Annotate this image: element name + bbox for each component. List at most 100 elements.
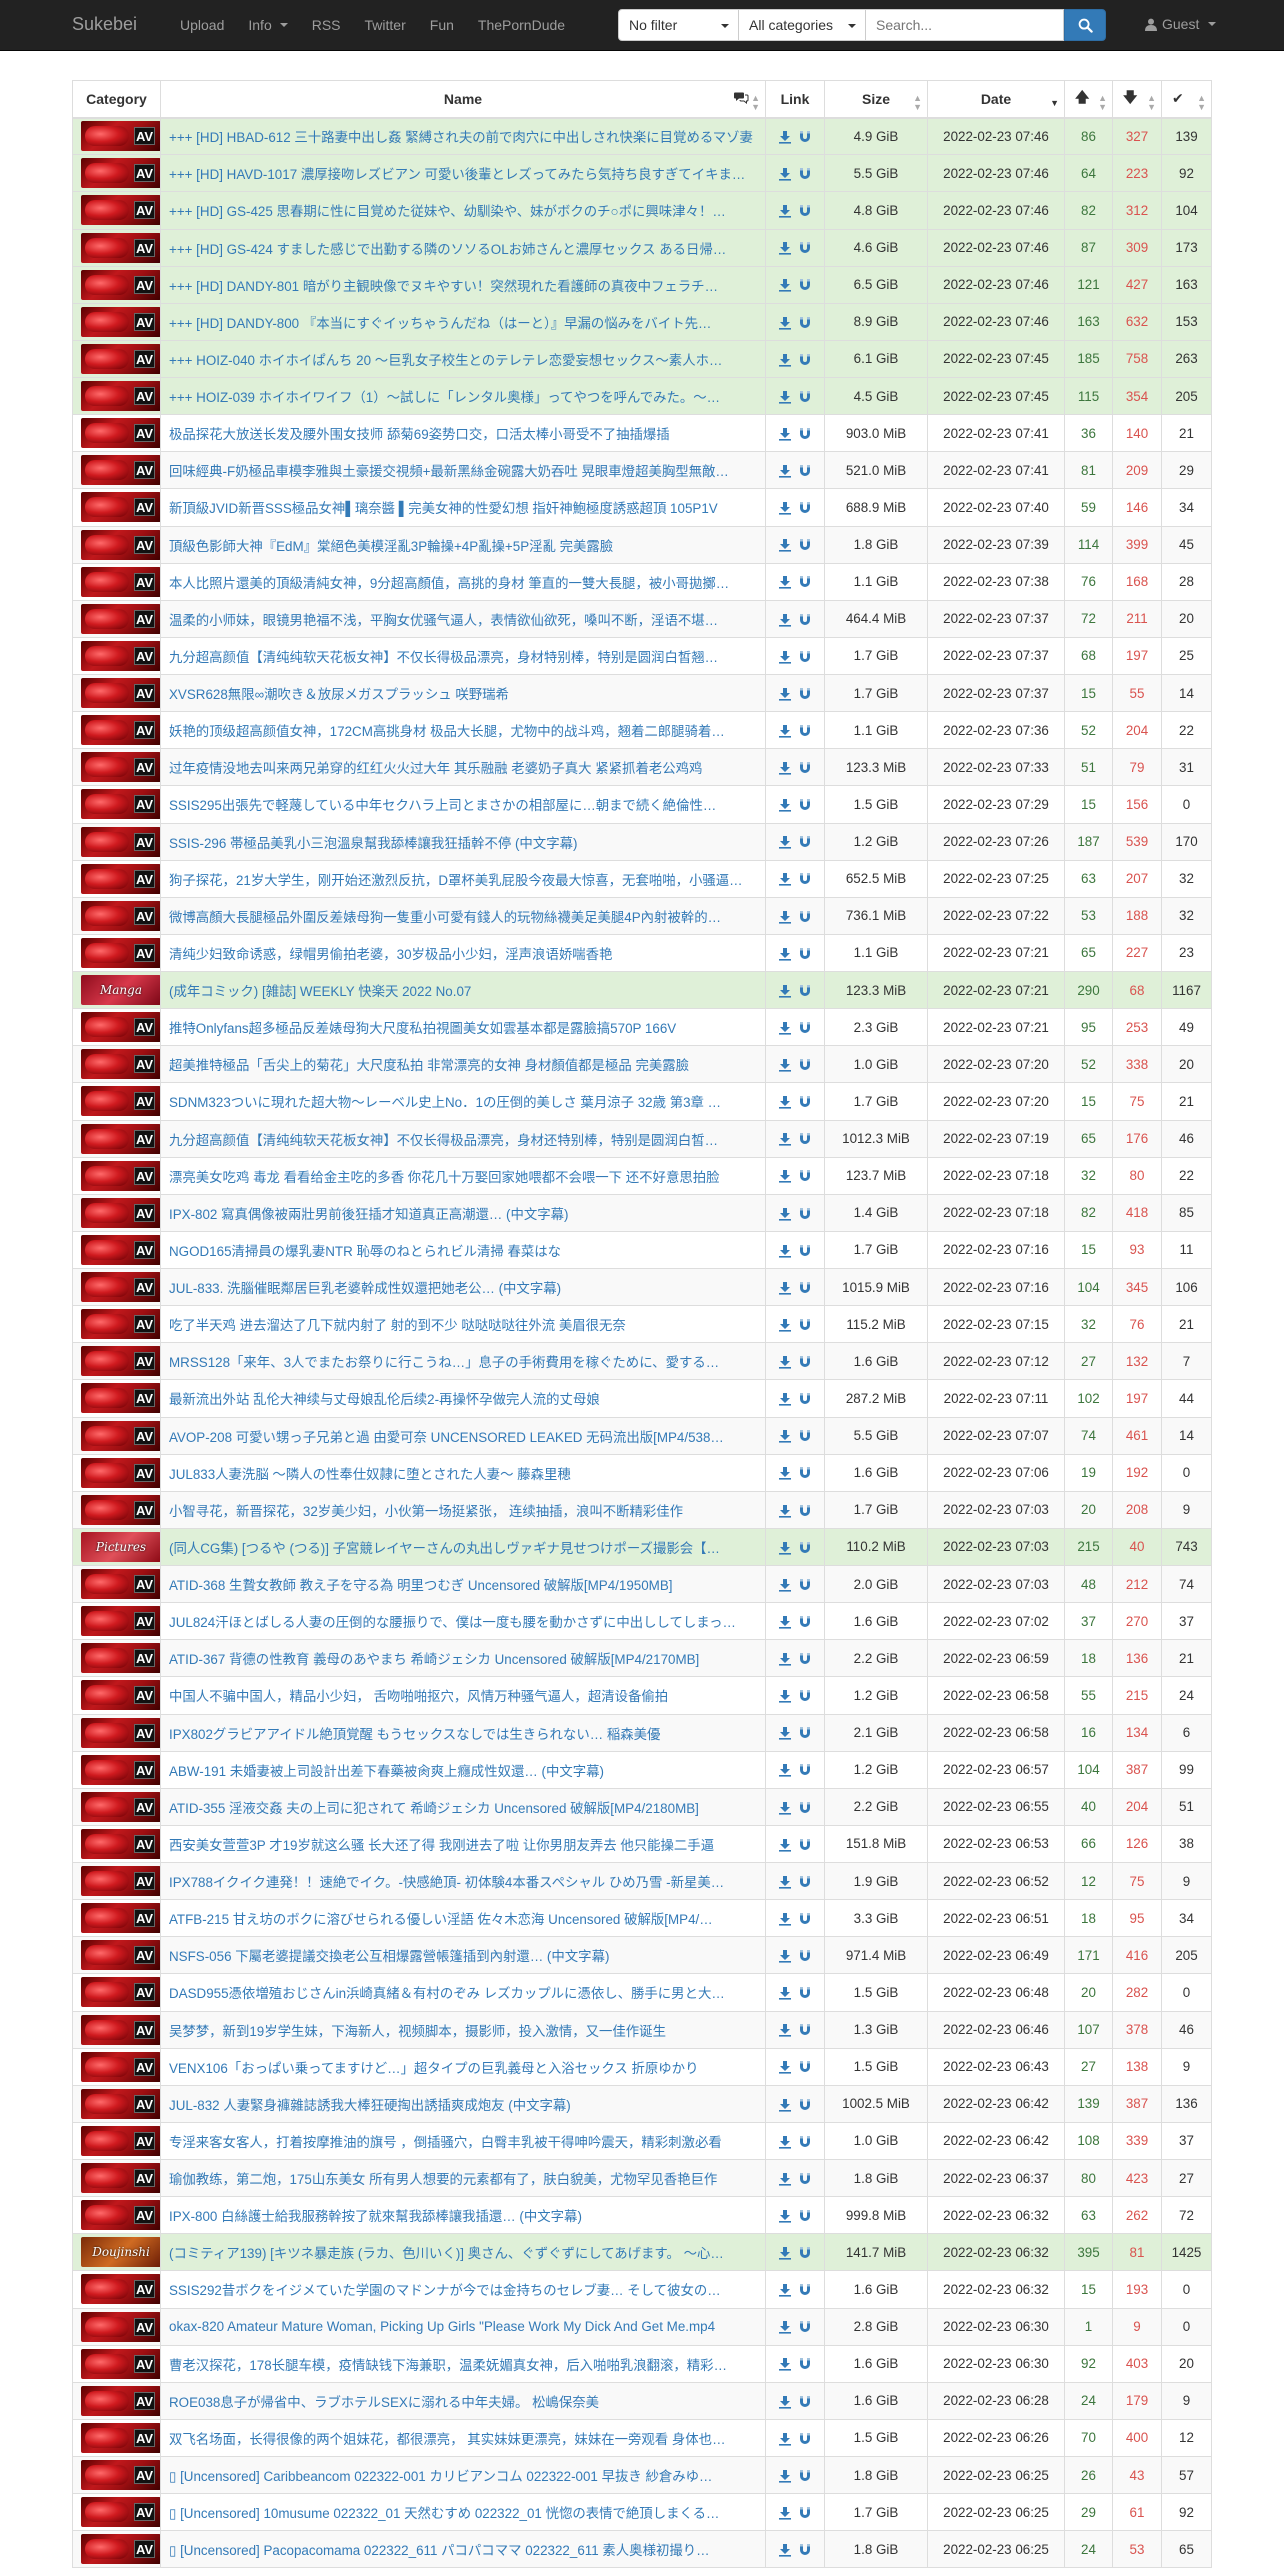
nav-upload[interactable]: Upload [168, 0, 236, 50]
torrent-link[interactable]: 中国人不骗中国人，精品小少妇， 舌吻啪啪抠穴，风情万种骚气逼人，超清设备偷拍 [169, 1685, 757, 1705]
magnet-button[interactable] [795, 1836, 815, 1851]
magnet-button[interactable] [795, 1019, 815, 1034]
download-button[interactable] [775, 463, 795, 478]
torrent-link[interactable]: 过年疫情没地去叫来两兄弟穿的红红火火过大年 其乐融融 老婆奶子真大 紧紧抓着老公… [169, 757, 757, 777]
filter-select[interactable]: No filter [618, 9, 739, 41]
magnet-button[interactable] [795, 277, 815, 292]
magnet-button[interactable] [795, 2059, 815, 2074]
search-button[interactable] [1064, 9, 1106, 41]
download-button[interactable] [775, 2393, 795, 2409]
download-button[interactable] [775, 203, 795, 218]
download-button[interactable] [775, 1316, 795, 1332]
download-button[interactable] [775, 1057, 795, 1072]
download-button[interactable] [775, 277, 795, 293]
magnet-button[interactable] [795, 2133, 815, 2148]
download-button[interactable] [775, 1576, 795, 1592]
download-button[interactable] [775, 1613, 795, 1629]
magnet-button[interactable] [795, 2207, 815, 2222]
category-cell[interactable]: Doujinshi [72, 2233, 161, 2272]
torrent-link[interactable]: 頂級色影師大神『EdM』棠絕色美模淫亂3P輪操+4P亂操+5P淫亂 完美露臉 [169, 535, 757, 555]
magnet-button[interactable] [795, 2022, 815, 2037]
header-name[interactable]: Name ▲ ▼ [160, 79, 766, 119]
download-button[interactable] [775, 425, 795, 441]
magnet-button[interactable] [795, 760, 815, 775]
magnet-button[interactable] [795, 203, 815, 218]
download-button[interactable] [775, 1688, 795, 1703]
torrent-link[interactable]: ATID-355 淫液交姦 夫の上司に犯されて 希崎ジェシカ Uncensore… [169, 1797, 757, 1817]
magnet-button[interactable] [795, 129, 815, 144]
category-cell[interactable]: AV [72, 673, 161, 713]
download-button[interactable] [775, 908, 795, 924]
download-button[interactable] [775, 648, 795, 664]
download-button[interactable] [775, 611, 795, 627]
category-cell[interactable]: AV [72, 599, 161, 638]
magnet-button[interactable] [795, 1948, 815, 1963]
download-button[interactable] [775, 1242, 795, 1258]
magnet-button[interactable] [795, 982, 815, 997]
magnet-button[interactable] [795, 1094, 815, 1109]
header-category[interactable]: Category [72, 79, 161, 119]
download-button[interactable] [775, 945, 795, 961]
torrent-link[interactable]: SDNM323ついに現れた超大物～レーベル史上No．1の圧倒的美しさ 葉月涼子 … [169, 1091, 757, 1111]
magnet-button[interactable] [795, 1465, 815, 1480]
torrent-link[interactable]: 吃了半天鸡 进去溜达了几下就内射了 射的到不少 哒哒哒哒往外流 美眉很无奈 [169, 1314, 757, 1334]
magnet-button[interactable] [795, 945, 815, 960]
download-button[interactable] [775, 1910, 795, 1926]
magnet-button[interactable] [795, 1910, 815, 1925]
magnet-button[interactable] [795, 1688, 815, 1703]
magnet-button[interactable] [795, 2467, 815, 2482]
magnet-button[interactable] [795, 1131, 815, 1146]
download-button[interactable] [775, 2096, 795, 2112]
category-cell[interactable]: AV [72, 2307, 161, 2346]
download-button[interactable] [775, 1205, 795, 1221]
category-cell[interactable]: AV [72, 451, 161, 490]
torrent-link[interactable]: 九分超高颜值【清纯纯软天花板女神】不仅长得极品漂亮，身材特别棒，特别是圆润白皙翘… [169, 646, 757, 666]
download-button[interactable] [775, 129, 795, 144]
magnet-button[interactable] [795, 1725, 815, 1740]
category-cell[interactable]: AV [72, 1193, 161, 1232]
torrent-link[interactable]: +++ HOIZ-040 ホイホイぱんち 20 ～巨乳女子校生とのテレテレ恋愛妄… [169, 349, 757, 369]
brand-logo[interactable]: Sukebei [72, 14, 137, 35]
download-button[interactable] [775, 388, 795, 404]
category-cell[interactable]: AV [72, 933, 161, 973]
magnet-button[interactable] [795, 463, 815, 478]
torrent-link[interactable]: okax-820 Amateur Mature Woman, Picking U… [169, 2319, 757, 2334]
magnet-button[interactable] [795, 2393, 815, 2408]
magnet-button[interactable] [795, 2245, 815, 2260]
download-button[interactable] [775, 1836, 795, 1852]
magnet-button[interactable] [795, 797, 815, 812]
category-cell[interactable]: AV [72, 636, 161, 676]
download-button[interactable] [775, 1094, 795, 1109]
magnet-button[interactable] [795, 1242, 815, 1257]
torrent-link[interactable]: 专淫来客女客人，打着按摩推油的旗号 ，倒插骚穴，白臀丰乳被干得呻吟震天，精彩刺激… [169, 2131, 757, 2151]
torrent-link[interactable]: ATID-368 生贄女教師 教え子を守る為 明里つむぎ Uncensored … [169, 1574, 757, 1594]
torrent-link[interactable]: XVSR628無限∞潮吹き＆放尿メガスプラッシュ 咲野瑞希 [169, 683, 757, 703]
torrent-link[interactable]: SSIS-296 帯極品美乳小三泡溫泉幫我舔棒讓我狂插幹不停 (中文字幕) [169, 832, 757, 852]
category-cell[interactable]: AV [72, 2084, 161, 2123]
torrent-link[interactable]: 超美推特極品「舌尖上的菊花」大尺度私拍 非常漂亮的女神 身材顏值都是極品 完美露… [169, 1054, 757, 1074]
torrent-link[interactable]: 推特Onlyfans超多極品反差婊母狗大尺度私拍視圖美女如雲基本都是露臉搞570… [169, 1017, 757, 1037]
download-button[interactable] [775, 2467, 795, 2483]
download-button[interactable] [775, 574, 795, 590]
download-button[interactable] [775, 1391, 795, 1406]
torrent-link[interactable]: 极品探花大放送长发及腰外围女技师 舔菊69姿势口交，口活太棒小哥受不了抽插爆插 [169, 423, 757, 443]
download-button[interactable] [775, 1762, 795, 1778]
download-button[interactable] [775, 1168, 795, 1184]
category-cell[interactable]: AV [72, 2455, 161, 2495]
torrent-link[interactable]: 回味經典-F奶極品車模李雅與土豪援交視頻+最新黑絲金碗露大奶吞吐 晃眼車燈超美胸… [169, 460, 757, 480]
download-button[interactable] [775, 1651, 795, 1666]
category-cell[interactable]: AV [72, 2493, 161, 2532]
download-button[interactable] [775, 1539, 795, 1555]
download-button[interactable] [775, 760, 795, 775]
torrent-link[interactable]: ATID-367 背德の性教育 義母のあやまち 希崎ジェシカ Uncensore… [169, 1648, 757, 1668]
nav-info-dropdown[interactable]: Info [236, 0, 299, 50]
torrent-link[interactable]: 本人比照片還美的頂級清純女神，9分超高顏值，高挑的身材 筆直的一雙大長腿，被小哥… [169, 572, 757, 592]
torrent-link[interactable]: ROE038息子が帰省中、ラブホテルSEXに溺れる中年夫婦。 松嶋保奈美 [169, 2391, 757, 2411]
download-button[interactable] [775, 722, 795, 738]
magnet-button[interactable] [795, 574, 815, 589]
magnet-button[interactable] [795, 537, 815, 552]
torrent-link[interactable]: MRSS128「来年、3人でまたお祭りに行こうね…」息子の手術費用を稼ぐために、… [169, 1351, 757, 1371]
category-cell[interactable]: AV [72, 1750, 161, 1789]
category-cell[interactable]: AV [72, 154, 161, 193]
download-button[interactable] [775, 1131, 795, 1146]
